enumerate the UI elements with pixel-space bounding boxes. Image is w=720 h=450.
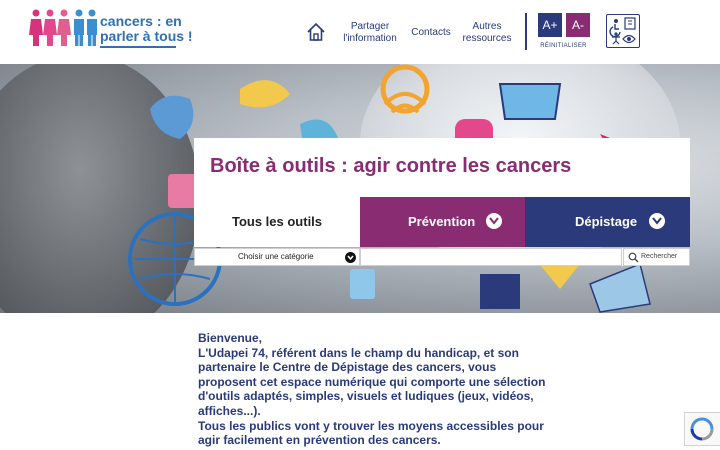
logo-text: cancers : en parler à tous ! bbox=[100, 14, 193, 44]
logo-underline bbox=[100, 46, 176, 48]
search-input[interactable] bbox=[360, 248, 622, 266]
chevron-down-icon bbox=[486, 213, 502, 229]
search-bar: Choisir une catégorie Rechercher bbox=[194, 248, 690, 266]
tab-prevention[interactable]: Prévention bbox=[360, 197, 525, 247]
search-button[interactable]: Rechercher bbox=[623, 248, 690, 266]
nav-partager-information[interactable]: Partager l'information bbox=[336, 21, 404, 45]
tab-label: Dépistage bbox=[575, 214, 638, 229]
tab-depistage[interactable]: Dépistage bbox=[525, 197, 690, 247]
nav-contacts[interactable]: Contacts bbox=[408, 27, 454, 39]
tab-tous-les-outils[interactable]: Tous les outils bbox=[194, 197, 360, 247]
header-divider bbox=[525, 13, 527, 50]
tab-label: Tous les outils bbox=[231, 214, 323, 229]
search-icon bbox=[628, 252, 639, 263]
page-title: Boîte à outils : agir contre les cancers bbox=[210, 155, 572, 177]
intro-text: Bienvenue, L'Udapei 74, référent dans le… bbox=[198, 331, 558, 448]
site-logo[interactable]: cancers : en parler à tous ! bbox=[28, 8, 193, 52]
chevron-down-icon bbox=[345, 252, 356, 263]
home-icon[interactable] bbox=[306, 22, 326, 42]
nav-autres-ressources[interactable]: Autres ressources bbox=[458, 21, 516, 45]
font-increase-button[interactable]: A+ bbox=[538, 13, 562, 37]
accessibility-icon[interactable] bbox=[606, 14, 640, 48]
intro-greeting: Bienvenue, bbox=[198, 331, 263, 345]
category-select[interactable]: Choisir une catégorie bbox=[194, 248, 360, 266]
people-logo-icon bbox=[29, 9, 97, 46]
category-select-label: Choisir une catégorie bbox=[238, 252, 314, 261]
logo-text-line2: parler à tous ! bbox=[100, 28, 193, 44]
hero-banner: Boîte à outils : agir contre les cancers bbox=[0, 64, 720, 313]
recaptcha-badge[interactable] bbox=[684, 412, 720, 446]
font-decrease-button[interactable]: A- bbox=[566, 13, 590, 37]
recaptcha-icon bbox=[690, 417, 714, 441]
toolbox-title-card: Boîte à outils : agir contre les cancers bbox=[194, 138, 690, 197]
chevron-down-icon bbox=[649, 213, 665, 229]
reset-font-button[interactable]: RÉINITIALISER bbox=[537, 43, 590, 49]
intro-paragraph: Tous les publics vont y trouver les moye… bbox=[198, 418, 544, 448]
search-button-label: Rechercher bbox=[641, 253, 678, 260]
intro-paragraph: L'Udapei 74, référent dans le champ du h… bbox=[198, 345, 546, 418]
tab-label: Prévention bbox=[408, 214, 476, 229]
logo-text-line1: cancers : en bbox=[100, 13, 182, 29]
site-header: cancers : en parler à tous ! Partager l'… bbox=[0, 0, 720, 64]
